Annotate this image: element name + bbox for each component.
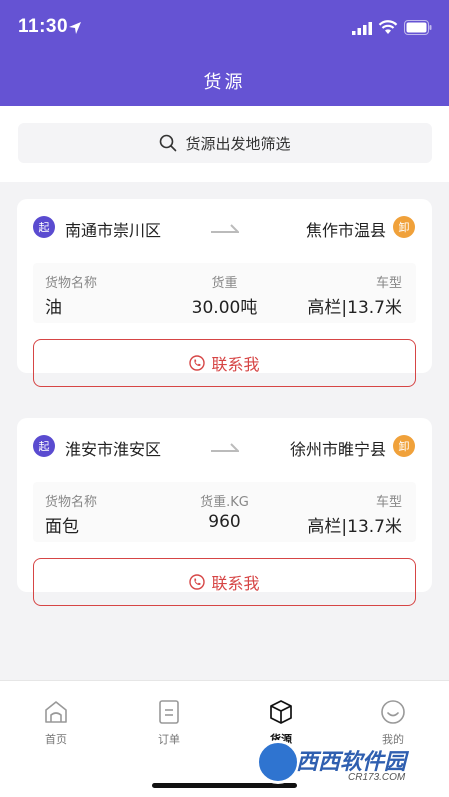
wifi-icon	[378, 20, 398, 34]
contact-me-label: 联系我	[211, 355, 260, 374]
cargo-info: 货物名称 油 货重 30.00吨 车型 高栏|13.7米	[33, 263, 416, 323]
vehicle-type-value: 高栏|13.7米	[307, 517, 402, 537]
start-badge: 起	[33, 435, 55, 457]
cargo-box-icon	[270, 700, 292, 724]
tab-orders[interactable]: 订单	[129, 699, 209, 747]
cargo-card[interactable]: 起 淮安市淮安区 徐州市睢宁县 卸 货物名称 面包 货重.KG 960 车型 高…	[17, 418, 432, 606]
unload-badge: 卸	[393, 435, 415, 457]
battery-icon	[404, 20, 432, 35]
cargo-info: 货物名称 面包 货重.KG 960 车型 高栏|13.7米	[33, 482, 416, 542]
tab-home[interactable]: 首页	[16, 699, 96, 747]
home-icon	[45, 701, 67, 723]
status-bar: 11:30	[0, 0, 449, 56]
watermark-url: CR173.COM	[348, 772, 406, 783]
weight-label: 货重.KG	[200, 495, 249, 510]
site-watermark: 西西软件园 CR173.COM	[256, 736, 434, 792]
weight-label: 货重	[211, 276, 238, 291]
unload-badge: 卸	[393, 216, 415, 238]
destination-text: 焦作市温县	[305, 221, 386, 240]
contact-me-label: 联系我	[211, 574, 260, 593]
watermark-logo	[256, 740, 300, 784]
origin-text: 南通市崇川区	[65, 221, 162, 240]
tab-home-label: 首页	[45, 733, 67, 746]
vehicle-type-label: 车型	[375, 276, 402, 291]
route-row: 起 南通市崇川区 焦作市温县 卸	[17, 199, 432, 255]
start-badge: 起	[33, 216, 55, 238]
vehicle-type-label: 车型	[375, 495, 402, 510]
cellular-signal-icon	[352, 22, 372, 35]
route-arrow-icon	[211, 443, 239, 452]
search-area: 货源出发地筛选	[0, 106, 449, 182]
tab-orders-label: 订单	[158, 733, 180, 746]
destination-text: 徐州市睢宁县	[289, 440, 386, 459]
cargo-card[interactable]: 起 南通市崇川区 焦作市温县 卸 货物名称 油 货重 30.00吨 车型 高栏|…	[17, 199, 432, 387]
app-header: 11:30 货源	[0, 0, 449, 106]
phone-icon	[189, 574, 206, 590]
route-row: 起 淮安市淮安区 徐州市睢宁县 卸	[17, 418, 432, 474]
vehicle-type-value: 高栏|13.7米	[307, 298, 402, 318]
origin-filter-search[interactable]: 货源出发地筛选	[18, 123, 432, 163]
location-arrow-icon	[69, 22, 81, 34]
search-icon	[160, 134, 177, 152]
phone-icon	[189, 355, 206, 371]
contact-me-button[interactable]: 联系我	[33, 339, 416, 387]
search-label: 货源出发地筛选	[185, 134, 291, 153]
contact-me-button[interactable]: 联系我	[33, 558, 416, 606]
origin-text: 淮安市淮安区	[65, 440, 162, 459]
status-time: 11:30	[18, 16, 69, 37]
order-icon	[159, 700, 179, 724]
route-arrow-icon	[211, 224, 239, 233]
page-title: 货源	[203, 72, 246, 93]
profile-smile-icon	[381, 700, 405, 724]
